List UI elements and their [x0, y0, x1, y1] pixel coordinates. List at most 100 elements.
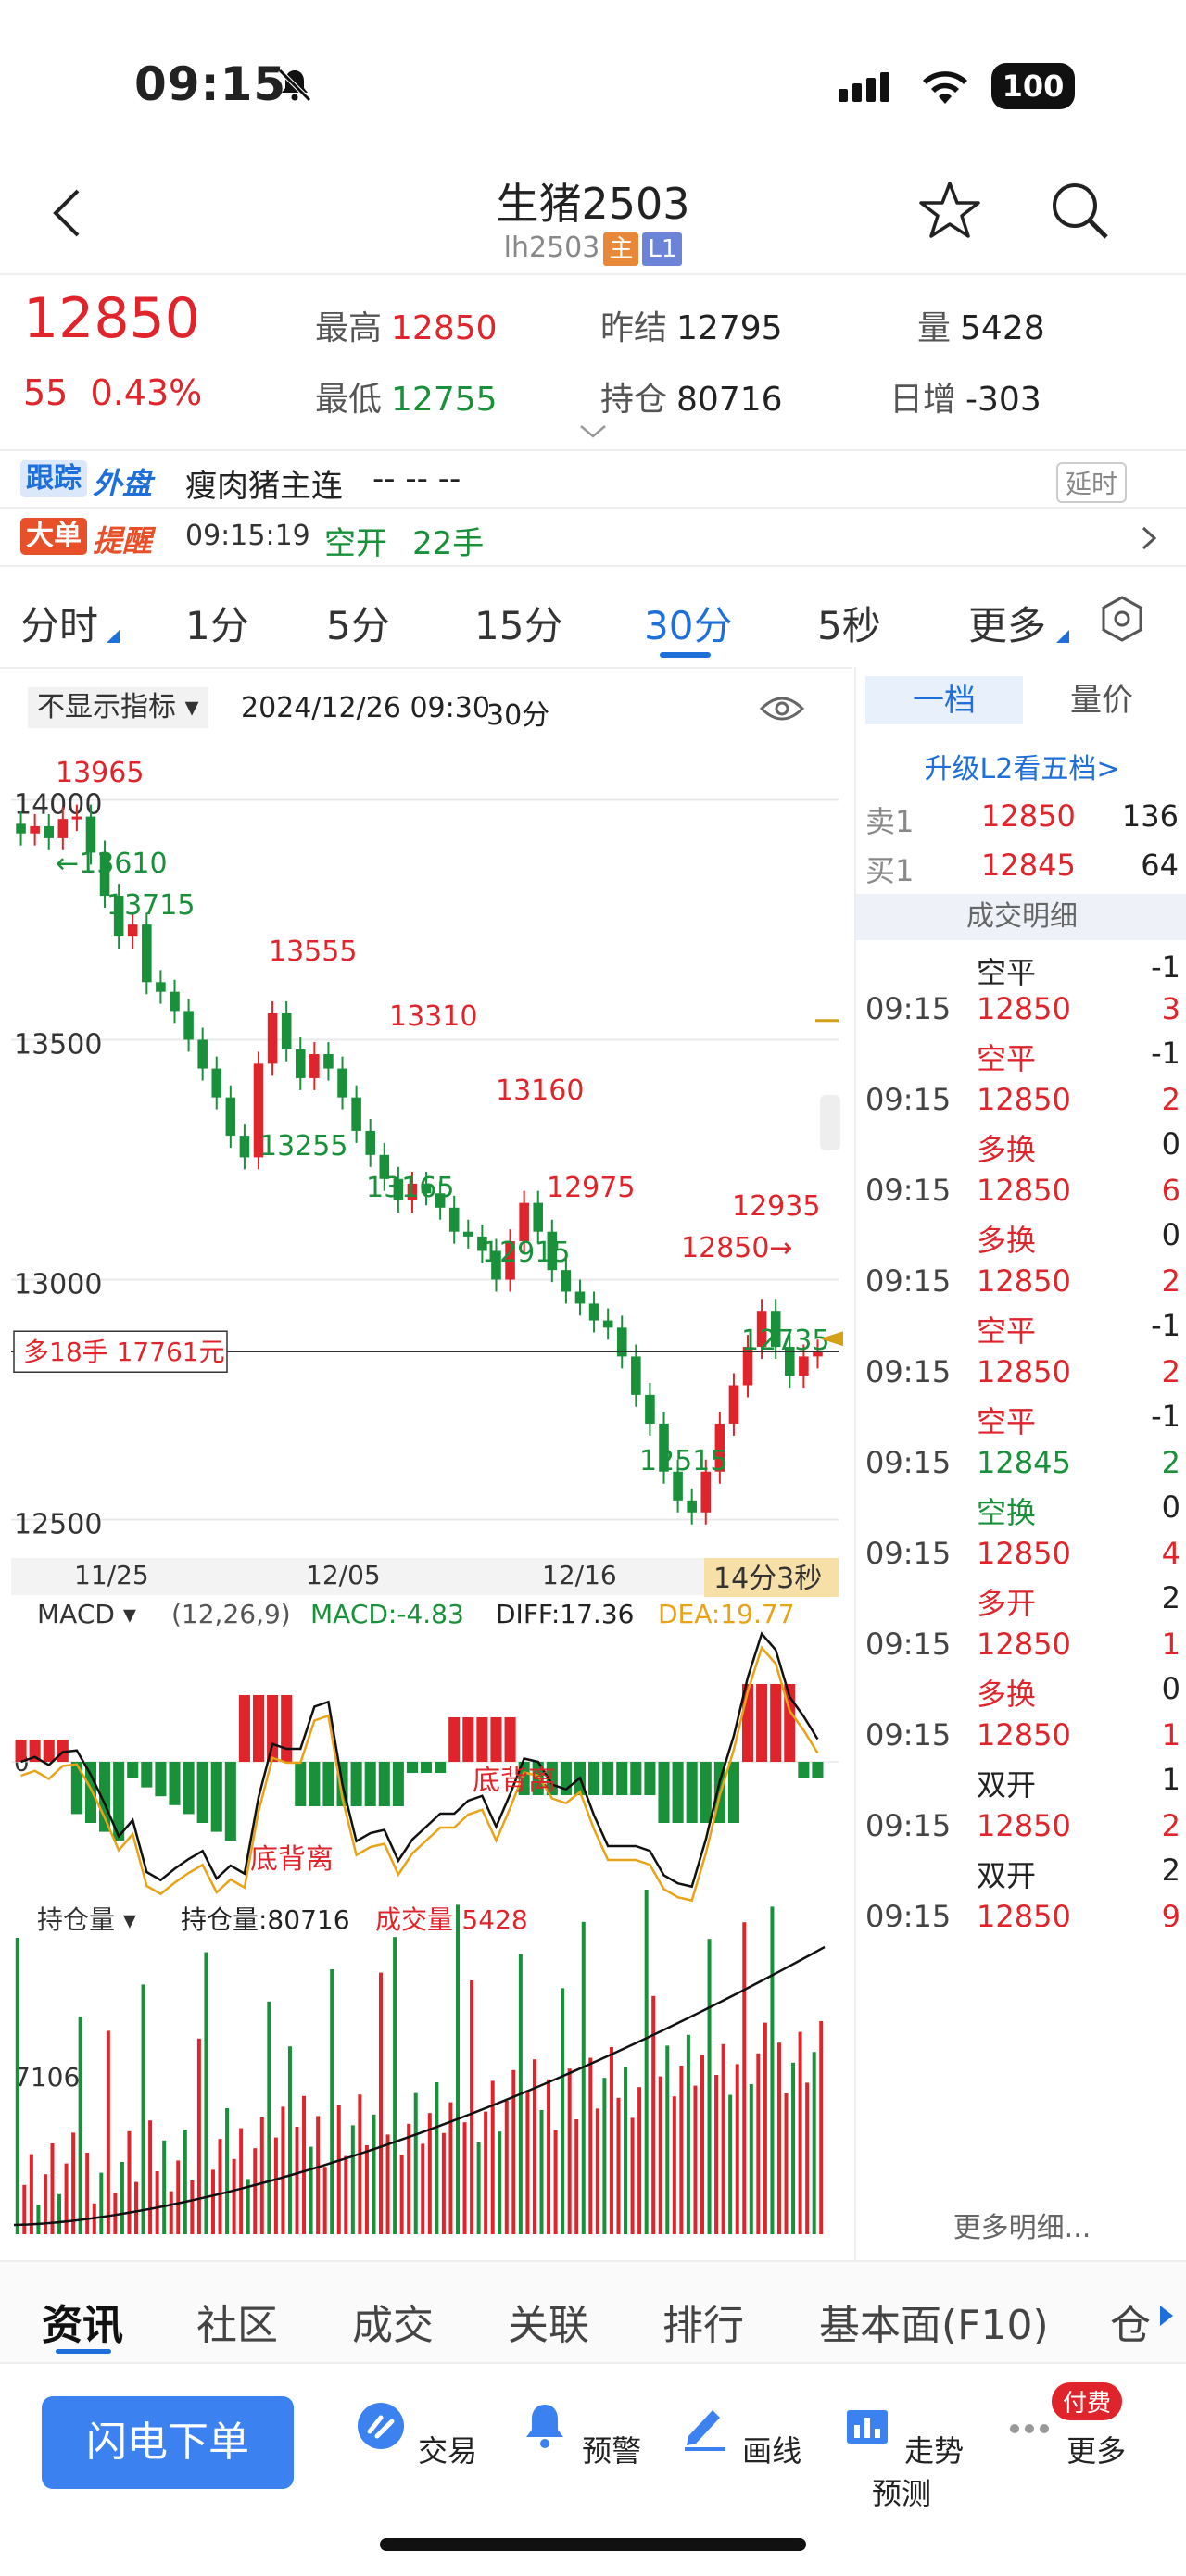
macd-bar: [616, 1762, 628, 1795]
scroll-right-icon[interactable]: [1158, 2304, 1175, 2328]
trade-volume: 4: [1161, 1536, 1180, 1571]
tab-intraday[interactable]: 分时: [20, 595, 98, 651]
tab-news[interactable]: 资讯: [42, 2292, 123, 2351]
chevron-right-icon[interactable]: [1140, 525, 1158, 551]
macd-bar: [183, 1762, 195, 1815]
trade-volume: 3: [1161, 991, 1180, 1026]
change-percent: 0.43%: [90, 372, 203, 413]
price-annotation: 13555: [269, 936, 357, 968]
alert-button[interactable]: 预警: [505, 2401, 653, 2470]
tracking-row[interactable]: 跟踪 外盘 瘦肉猪主连 -- -- -- 延时: [0, 449, 1186, 507]
volume-bar: [106, 2030, 110, 2234]
volume-bar: [532, 2059, 536, 2234]
macd-bar: [281, 1695, 293, 1762]
macd-bar: [448, 1717, 461, 1762]
volume-level-label: 7106: [14, 2062, 80, 2092]
price-annotation: 13965: [56, 757, 144, 789]
price-annotation: 12515: [639, 1445, 727, 1477]
tab-related[interactable]: 关联: [508, 2292, 589, 2351]
trend-forecast-button[interactable]: 走势预测: [827, 2401, 976, 2513]
tab-15min[interactable]: 15分: [474, 595, 562, 651]
candle: [156, 982, 166, 992]
draw-line-button[interactable]: 画线: [665, 2401, 814, 2470]
x-tick-label: 12/05: [306, 1560, 381, 1590]
tab-volume-price[interactable]: 量价: [1023, 676, 1180, 724]
volume-bar: [462, 2122, 467, 2234]
volume-bar: [707, 1939, 712, 2234]
volume-bar: [225, 2108, 230, 2234]
trade-time: 09:15: [865, 1354, 952, 1389]
candle: [365, 1130, 375, 1155]
volume-bar: [113, 2193, 118, 2234]
tab-5min[interactable]: 5分: [326, 595, 390, 651]
settings-hexagon-icon[interactable]: [1098, 595, 1146, 643]
price-change: 55 0.43%: [23, 372, 202, 413]
trade-price: 12850: [977, 1354, 1071, 1389]
volume-bar: [364, 2145, 369, 2234]
eye-icon[interactable]: [760, 692, 804, 725]
trade-time: 09:15: [865, 1808, 952, 1843]
trade-row: 09:15128509多开1: [856, 1899, 1186, 1927]
volume-bar: [50, 2143, 55, 2234]
tab-level1[interactable]: 一档: [865, 676, 1023, 724]
trade-oi-change: 0: [1161, 1217, 1180, 1252]
candle: [645, 1394, 655, 1424]
change-value: 55: [23, 372, 69, 413]
tab-5sec[interactable]: 5秒: [817, 595, 881, 651]
macd-bar: [238, 1695, 250, 1762]
trade-oi-change: 0: [1161, 1126, 1180, 1162]
quote-field: 持仓 80716: [600, 381, 783, 419]
tab-community[interactable]: 社区: [196, 2292, 278, 2351]
volume-bar: [427, 2113, 432, 2234]
tab-trades[interactable]: 成交: [352, 2292, 434, 2351]
tab-more[interactable]: 更多: [968, 595, 1046, 651]
trade-type: 多换: [977, 1677, 1037, 1712]
trade-price: 12850: [977, 1536, 1071, 1571]
trade-time: 09:15: [865, 1536, 952, 1571]
expand-chevron-icon[interactable]: [579, 423, 607, 440]
candle: [533, 1202, 544, 1232]
indicator-select[interactable]: 不显示指标 ▾: [28, 687, 208, 728]
macd-bar: [476, 1717, 488, 1762]
flash-order-button[interactable]: 闪电下单: [42, 2396, 294, 2489]
volume-bar: [407, 2123, 411, 2234]
tab-1min[interactable]: 1分: [185, 595, 249, 651]
trade-type: 多开: [977, 1586, 1037, 1621]
volume-bar: [609, 2047, 613, 2234]
star-icon[interactable]: [917, 178, 982, 243]
volume-bar: [484, 2111, 488, 2234]
volume-bar: [672, 2096, 676, 2234]
dea-value: DEA:19.77: [658, 1599, 795, 1629]
macd-bar: [672, 1762, 684, 1823]
upgrade-link[interactable]: 升级L2看五档>: [856, 746, 1186, 786]
more-details-link[interactable]: 更多明细...: [856, 2205, 1186, 2245]
candle: [211, 1068, 222, 1098]
search-icon[interactable]: [1047, 178, 1112, 243]
trade-volume: 2: [1161, 1263, 1180, 1299]
volume-bar: [588, 2057, 593, 2234]
tab-position[interactable]: 仓: [1110, 2292, 1151, 2351]
alert-row[interactable]: 大单 提醒 09:15:19 空开 22手: [0, 507, 1186, 564]
trade-list[interactable]: 空平 -1 09:15 12850 3 空平 -1 09:15 12850 2 多换 0 09:15…: [856, 940, 1186, 1927]
candle: [700, 1471, 712, 1513]
home-indicator[interactable]: [380, 2538, 806, 2551]
kline-chart[interactable]: 14000 13500 13000 12500 13965 ←13610 13715 1355…: [0, 743, 852, 2262]
main-tag: 主: [603, 232, 639, 266]
trade-type: 空平: [977, 1041, 1037, 1076]
volume-bar: [36, 2205, 41, 2234]
volume-bar: [29, 2154, 33, 2234]
trade-button[interactable]: 交易: [341, 2401, 489, 2470]
tab-30min[interactable]: 30分: [644, 595, 732, 651]
candle: [197, 1039, 208, 1069]
volume-bar: [218, 2139, 222, 2234]
tab-ranking[interactable]: 排行: [662, 2292, 744, 2351]
trade-type: 空平: [977, 1313, 1037, 1349]
trade-volume: 9: [1161, 1899, 1180, 1927]
volume-bar: [749, 2084, 753, 2234]
macd-bar: [141, 1762, 153, 1788]
volume-bar: [637, 2087, 642, 2234]
trade-oi-change: 2: [1161, 1580, 1180, 1615]
tab-fundamentals[interactable]: 基本面(F10): [819, 2292, 1049, 2351]
volume-bar: [253, 2148, 258, 2234]
volume-bar: [476, 2142, 481, 2234]
